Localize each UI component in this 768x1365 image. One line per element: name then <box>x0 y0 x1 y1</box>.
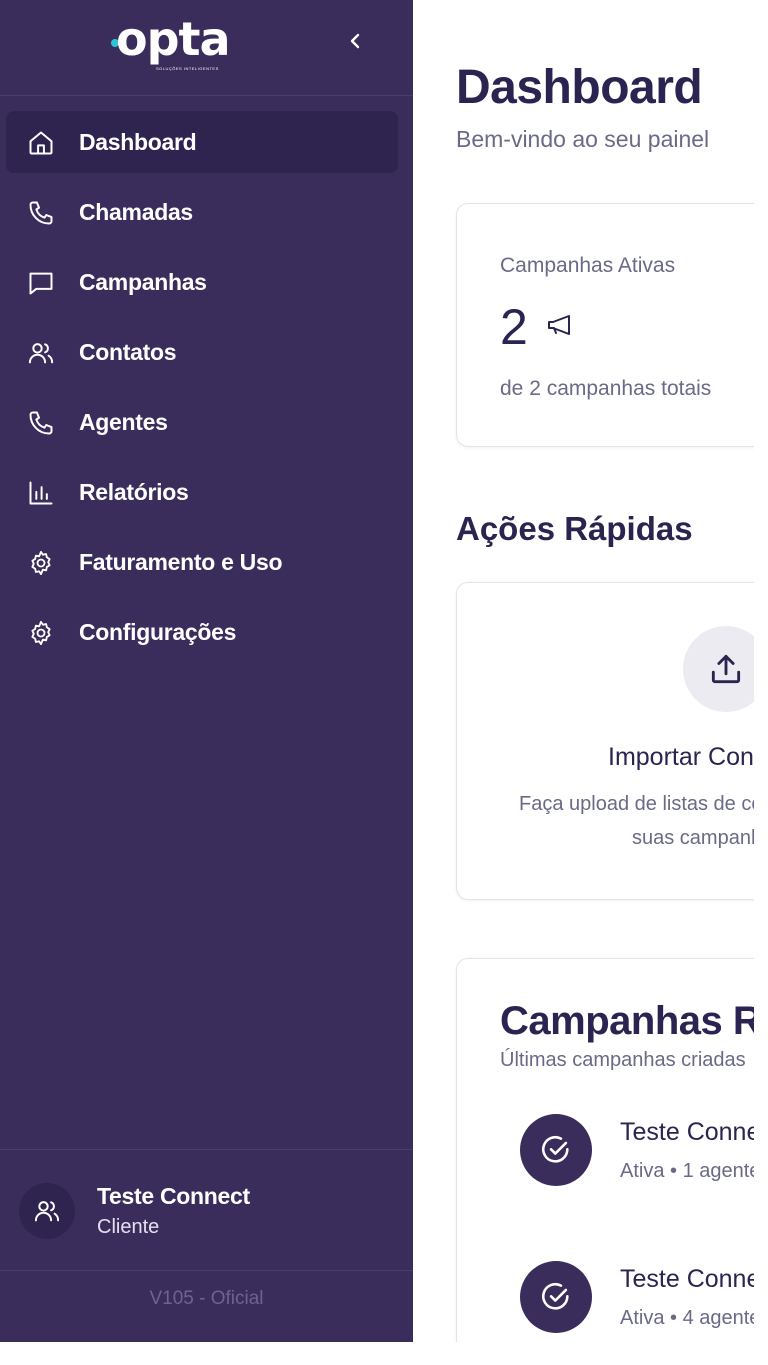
sidebar-item-label: Faturamento e Uso <box>79 548 283 575</box>
sidebar-item-label: Dashboard <box>79 128 197 155</box>
opta-logo[interactable]: opta SOLUÇÕES INTELIGENTES <box>110 14 240 72</box>
import-contacts-action[interactable]: Importar Contatos Faça upload de listas … <box>456 582 754 900</box>
sidebar-item-agentes[interactable]: Agentes <box>6 391 398 453</box>
users-icon <box>26 338 56 368</box>
active-campaigns-card: Campanhas Ativas 2 de 2 campanhas totais <box>456 203 754 447</box>
campaign-name: Teste Connect <box>620 1265 754 1293</box>
phone-icon <box>26 198 56 228</box>
sidebar: opta SOLUÇÕES INTELIGENTES Dashboard Cha… <box>0 0 413 1342</box>
bar-chart-icon <box>26 478 56 508</box>
users-icon <box>34 1201 60 1222</box>
avatar <box>19 1183 75 1239</box>
list-item[interactable]: Teste Connect Ativa • 1 agente <box>520 1114 754 1190</box>
sidebar-item-label: Configurações <box>79 618 237 645</box>
page-title: Dashboard <box>456 61 703 114</box>
logo-text: opta <box>116 12 231 66</box>
sidebar-item-label: Agentes <box>79 408 168 435</box>
sidebar-item-chamadas[interactable]: Chamadas <box>6 181 398 243</box>
quick-action-description: Faça upload de listas de contatos para <box>519 793 754 815</box>
stat-footnote: de 2 campanhas totais <box>500 377 712 400</box>
upload-icon-circle <box>683 626 754 712</box>
quick-action-title: Importar Contatos <box>608 743 754 771</box>
sidebar-item-faturamento[interactable]: Faturamento e Uso <box>6 531 398 593</box>
upload-icon <box>711 654 741 684</box>
recent-campaigns-card: Campanhas Recentes Últimas campanhas cri… <box>456 958 754 1342</box>
megaphone-icon <box>548 315 570 335</box>
chevron-left-icon <box>350 33 360 49</box>
sidebar-item-relatorios[interactable]: Relatórios <box>6 461 398 523</box>
user-name: Teste Connect <box>97 1183 250 1209</box>
sidebar-nav: Dashboard Chamadas Campanhas Contatos Ag… <box>6 111 398 671</box>
quick-action-description: suas campanhas <box>632 827 754 849</box>
stat-value: 2 <box>500 299 528 355</box>
sidebar-header: opta SOLUÇÕES INTELIGENTES <box>0 0 413 96</box>
check-circle-icon <box>520 1261 592 1333</box>
stat-label: Campanhas Ativas <box>500 254 676 277</box>
sidebar-item-label: Contatos <box>79 338 177 365</box>
phone-icon <box>26 408 56 438</box>
sidebar-item-label: Chamadas <box>79 198 193 225</box>
sidebar-item-contatos[interactable]: Contatos <box>6 321 398 383</box>
recent-campaigns-subtitle: Últimas campanhas criadas <box>500 1049 746 1071</box>
settings-icon <box>26 548 56 578</box>
user-profile[interactable]: Teste Connect Cliente <box>0 1149 413 1271</box>
user-role: Cliente <box>97 1216 160 1238</box>
collapse-sidebar-button[interactable] <box>340 24 370 58</box>
sidebar-item-campanhas[interactable]: Campanhas <box>6 251 398 313</box>
main-content: Dashboard Bem-vindo ao seu painel Campan… <box>413 0 754 1342</box>
campaign-meta: Ativa • 4 agentes <box>620 1307 754 1329</box>
page-subtitle: Bem-vindo ao seu painel <box>456 126 710 152</box>
home-icon <box>26 128 56 158</box>
sidebar-item-label: Campanhas <box>79 268 207 295</box>
sidebar-item-label: Relatórios <box>79 478 189 505</box>
recent-campaigns-title: Campanhas Recentes <box>500 999 754 1043</box>
sidebar-item-configuracoes[interactable]: Configurações <box>6 601 398 663</box>
campaign-name: Teste Connect <box>620 1118 754 1146</box>
list-item[interactable]: Teste Connect Ativa • 4 agentes <box>520 1261 754 1337</box>
sidebar-item-dashboard[interactable]: Dashboard <box>6 111 398 173</box>
message-square-icon <box>26 268 56 298</box>
settings-icon <box>26 618 56 648</box>
version-label: V105 - Oficial <box>149 1288 264 1309</box>
campaign-meta: Ativa • 1 agente <box>620 1160 754 1182</box>
quick-actions-title: Ações Rápidas <box>456 510 693 547</box>
logo-tagline: SOLUÇÕES INTELIGENTES <box>156 66 219 71</box>
check-circle-icon <box>520 1114 592 1186</box>
